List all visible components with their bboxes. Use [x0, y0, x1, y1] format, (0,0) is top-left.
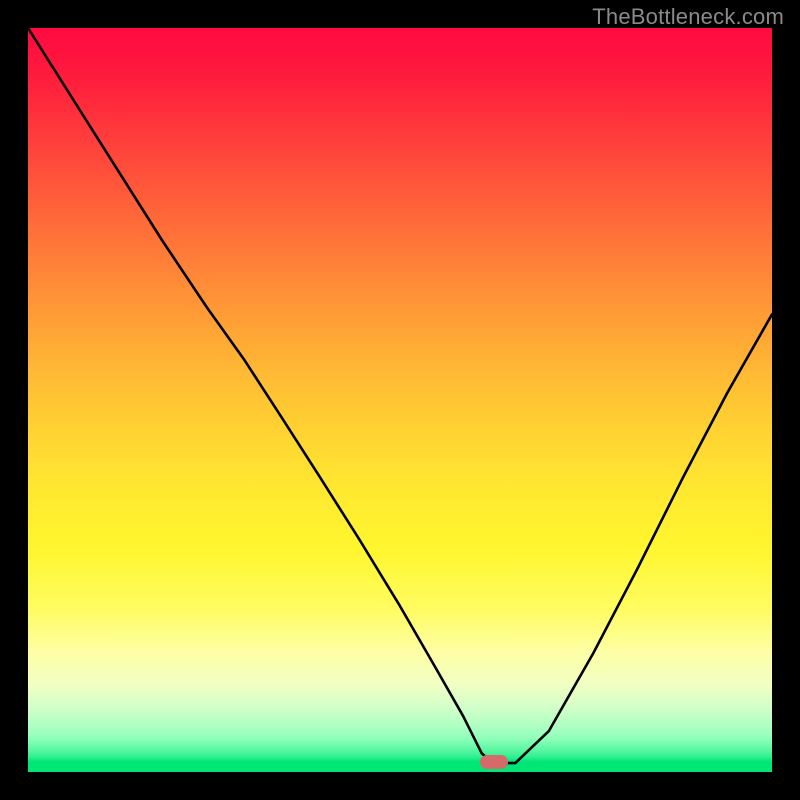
optimal-marker [480, 755, 508, 769]
plot-area [28, 28, 772, 772]
curve-svg [28, 28, 772, 772]
bottleneck-curve [28, 28, 772, 763]
watermark-text: TheBottleneck.com [592, 4, 784, 30]
chart-frame: TheBottleneck.com [0, 0, 800, 800]
